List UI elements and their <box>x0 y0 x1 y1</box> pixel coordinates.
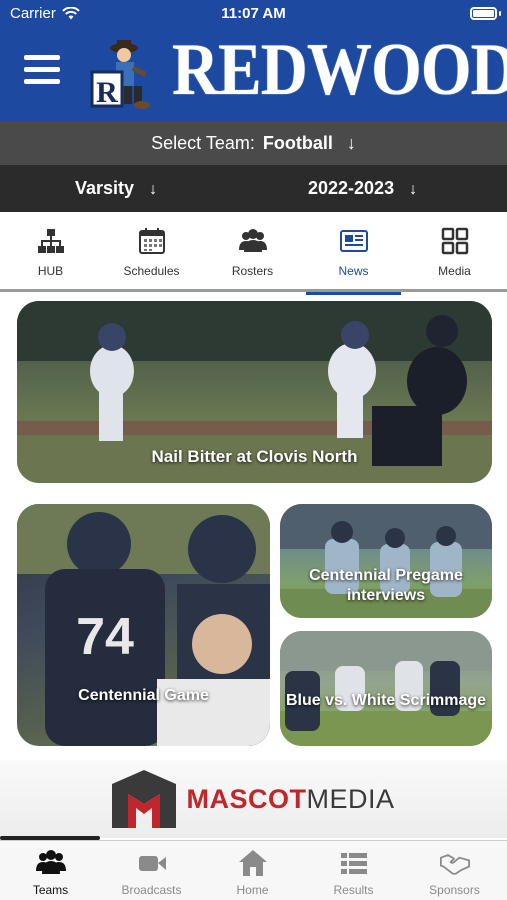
users-icon <box>238 229 267 252</box>
sponsor-banner[interactable]: MASCOTMEDIA <box>0 760 507 838</box>
tab-media[interactable]: Media <box>404 212 505 292</box>
news-card[interactable]: 74 Centennial Game <box>17 504 270 746</box>
arrow-down-icon: ↓ <box>409 181 418 198</box>
tab-schedules[interactable]: Schedules <box>101 212 202 292</box>
tab-label: Media <box>438 264 471 278</box>
handshake-icon <box>439 854 470 875</box>
nav-sponsors[interactable]: Sponsors <box>404 841 505 900</box>
hierarchy-icon <box>37 229 64 253</box>
video-camera-icon <box>138 856 166 871</box>
list-icon <box>340 853 367 874</box>
news-card-title: Blue vs. White Scrimmage <box>285 692 487 709</box>
nav-label: Results <box>333 883 374 897</box>
brand-title: REDWOOD <box>172 29 507 111</box>
team-selector-value: Football <box>262 132 333 153</box>
bottom-nav: Teams Broadcasts Home Results Sponsors <box>0 840 507 900</box>
svg-text:74: 74 <box>76 608 134 666</box>
tab-label: Schedules <box>123 264 180 278</box>
season-filter-value: 2022-2023 <box>308 178 395 198</box>
nav-label: Sponsors <box>429 883 480 897</box>
mascot-logo: R <box>90 40 150 109</box>
team-icon <box>35 850 66 874</box>
news-grid: Nail Bitter at Clovis North 74 Centennia… <box>0 295 507 760</box>
calendar-icon <box>138 228 165 254</box>
team-selector-label: Select Team: <box>151 132 255 153</box>
battery-tip <box>499 11 501 16</box>
clock: 11:07 AM <box>221 5 286 22</box>
news-card[interactable]: Nail Bitter at Clovis North <box>17 301 492 483</box>
tab-label: HUB <box>37 264 64 278</box>
football-players-photo: 74 <box>17 504 270 746</box>
news-card-title: Centennial Game <box>78 687 209 704</box>
news-card[interactable]: Blue vs. White Scrimmage <box>280 631 492 746</box>
news-card-title: Nail Bitter at Clovis North <box>151 447 358 466</box>
nav-label: Broadcasts <box>121 883 182 897</box>
news-card-title: Centennial Pregame interviews <box>309 567 463 604</box>
home-icon <box>238 850 267 876</box>
hamburger-menu-icon[interactable] <box>24 55 60 85</box>
tab-hub[interactable]: HUB <box>0 212 101 292</box>
nav-label: Home <box>236 883 269 897</box>
sponsor-name-part1: MASCOT <box>186 783 307 814</box>
nav-broadcasts[interactable]: Broadcasts <box>101 841 202 900</box>
sponsor-name-part2: MEDIA <box>306 783 395 814</box>
tab-news[interactable]: News <box>303 212 404 295</box>
team-selector[interactable]: Select Team: Football ↓ <box>0 121 507 165</box>
filter-bar: Varsity ↓ 2022-2023 ↓ <box>0 165 507 212</box>
news-card[interactable]: Centennial Pregame interviews <box>280 504 492 618</box>
level-filter-value: Varsity <box>75 178 135 198</box>
tab-label: News <box>338 264 369 278</box>
football-players-photo <box>280 631 492 746</box>
status-bar: Carrier 11:07 AM <box>0 0 507 28</box>
level-filter[interactable]: Varsity ↓ <box>75 178 157 199</box>
mascot-media-logo-icon <box>112 770 177 828</box>
nav-teams[interactable]: Teams <box>0 841 101 900</box>
svg-text:R: R <box>96 76 118 109</box>
app-header: Carrier 11:07 AM R REDWOOD <box>0 0 507 121</box>
nav-results[interactable]: Results <box>303 841 404 900</box>
grid-icon <box>441 227 468 255</box>
newspaper-icon <box>339 230 368 252</box>
section-tabs: HUB Schedules Rosters News Media <box>0 212 507 295</box>
nav-home[interactable]: Home <box>202 841 303 900</box>
tab-label: Rosters <box>231 264 274 278</box>
sponsor-name: MASCOTMEDIA <box>186 784 394 815</box>
arrow-down-icon: ↓ <box>346 132 356 153</box>
nav-label: Teams <box>32 883 69 897</box>
arrow-down-icon: ↓ <box>149 181 158 198</box>
battery-icon <box>470 7 497 20</box>
season-filter[interactable]: 2022-2023 ↓ <box>308 178 417 199</box>
tab-rosters[interactable]: Rosters <box>202 212 303 292</box>
